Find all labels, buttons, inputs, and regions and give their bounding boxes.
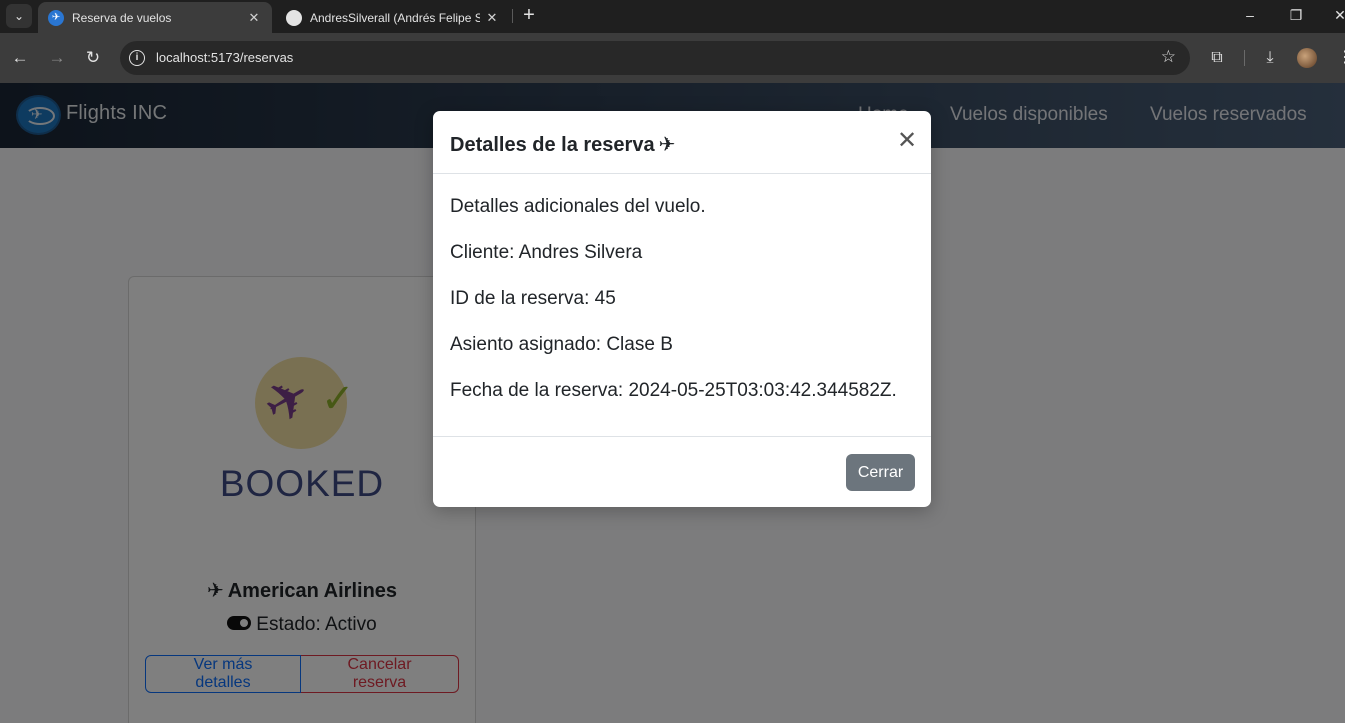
address-bar[interactable]: i localhost:5173/reservas ☆ — [120, 41, 1190, 75]
menu-kebab-icon[interactable]: ⋮ — [1333, 46, 1345, 70]
tab-github-profile[interactable]: AndresSilverall (Andrés Felipe S ✕ — [276, 2, 510, 33]
site-info-icon[interactable]: i — [129, 50, 145, 66]
modal-close-icon[interactable]: ✕ — [895, 129, 919, 153]
url-text[interactable]: localhost:5173/reservas — [156, 50, 293, 65]
back-arrow-icon[interactable]: ← — [8, 46, 32, 70]
browser-tab-strip: ⌄ ✈ Reserva de vuelos ✕ AndresSilverall … — [0, 0, 1345, 33]
forward-arrow-icon[interactable]: → — [45, 46, 69, 70]
modal-seat: Asiento asignado: Clase B — [450, 334, 673, 355]
tab-title: Reserva de vuelos — [72, 10, 172, 25]
page-viewport: ✈ Flights INC Home Vuelos disponibles Vu… — [0, 83, 1345, 723]
bookmark-star-icon[interactable]: ☆ — [1161, 47, 1176, 67]
modal-header: Detalles de la reserva ✈ ✕ — [433, 111, 931, 174]
tab-search-chevron-icon[interactable]: ⌄ — [6, 4, 32, 28]
minimize-icon[interactable]: – — [1238, 4, 1262, 26]
new-tab-plus-icon[interactable]: + — [519, 4, 539, 26]
reservation-details-modal: Detalles de la reserva ✈ ✕ Detalles adici… — [433, 111, 931, 507]
download-icon[interactable]: ⤓ — [1258, 46, 1282, 70]
github-favicon-icon — [286, 9, 302, 26]
close-modal-button[interactable]: Cerrar — [846, 454, 915, 491]
plane-icon: ✈ — [658, 134, 676, 156]
browser-toolbar: ← → ↻ i localhost:5173/reservas ☆ ⧉ ⤓ ⋮ — [0, 33, 1345, 83]
modal-footer: Cerrar — [433, 437, 931, 507]
globe-favicon-icon: ✈ — [48, 9, 64, 26]
modal-description: Detalles adicionales del vuelo. — [450, 196, 706, 217]
tab-reserva-de-vuelos[interactable]: ✈ Reserva de vuelos ✕ — [38, 2, 272, 33]
tab-close-icon[interactable]: ✕ — [246, 10, 262, 26]
tab-close-icon[interactable]: ✕ — [484, 10, 500, 26]
restore-icon[interactable]: ❐ — [1284, 4, 1308, 26]
modal-title-text: Detalles de la reserva — [450, 134, 655, 156]
extensions-puzzle-icon[interactable]: ⧉ — [1205, 46, 1229, 70]
modal-client: Cliente: Andres Silvera — [450, 242, 643, 263]
profile-avatar[interactable] — [1297, 48, 1317, 68]
reload-icon[interactable]: ↻ — [81, 46, 105, 70]
toolbar-divider — [1244, 50, 1245, 66]
window-close-icon[interactable]: ✕ — [1328, 4, 1345, 26]
tab-title: AndresSilverall (Andrés Felipe S — [310, 10, 480, 25]
modal-reservation-id: ID de la reserva: 45 — [450, 288, 616, 309]
modal-body: Detalles adicionales del vuelo. Cliente:… — [433, 174, 931, 437]
modal-date: Fecha de la reserva: 2024-05-25T03:03:42… — [450, 380, 897, 401]
tab-divider — [512, 9, 513, 23]
modal-title: Detalles de la reserva ✈ — [450, 132, 675, 157]
